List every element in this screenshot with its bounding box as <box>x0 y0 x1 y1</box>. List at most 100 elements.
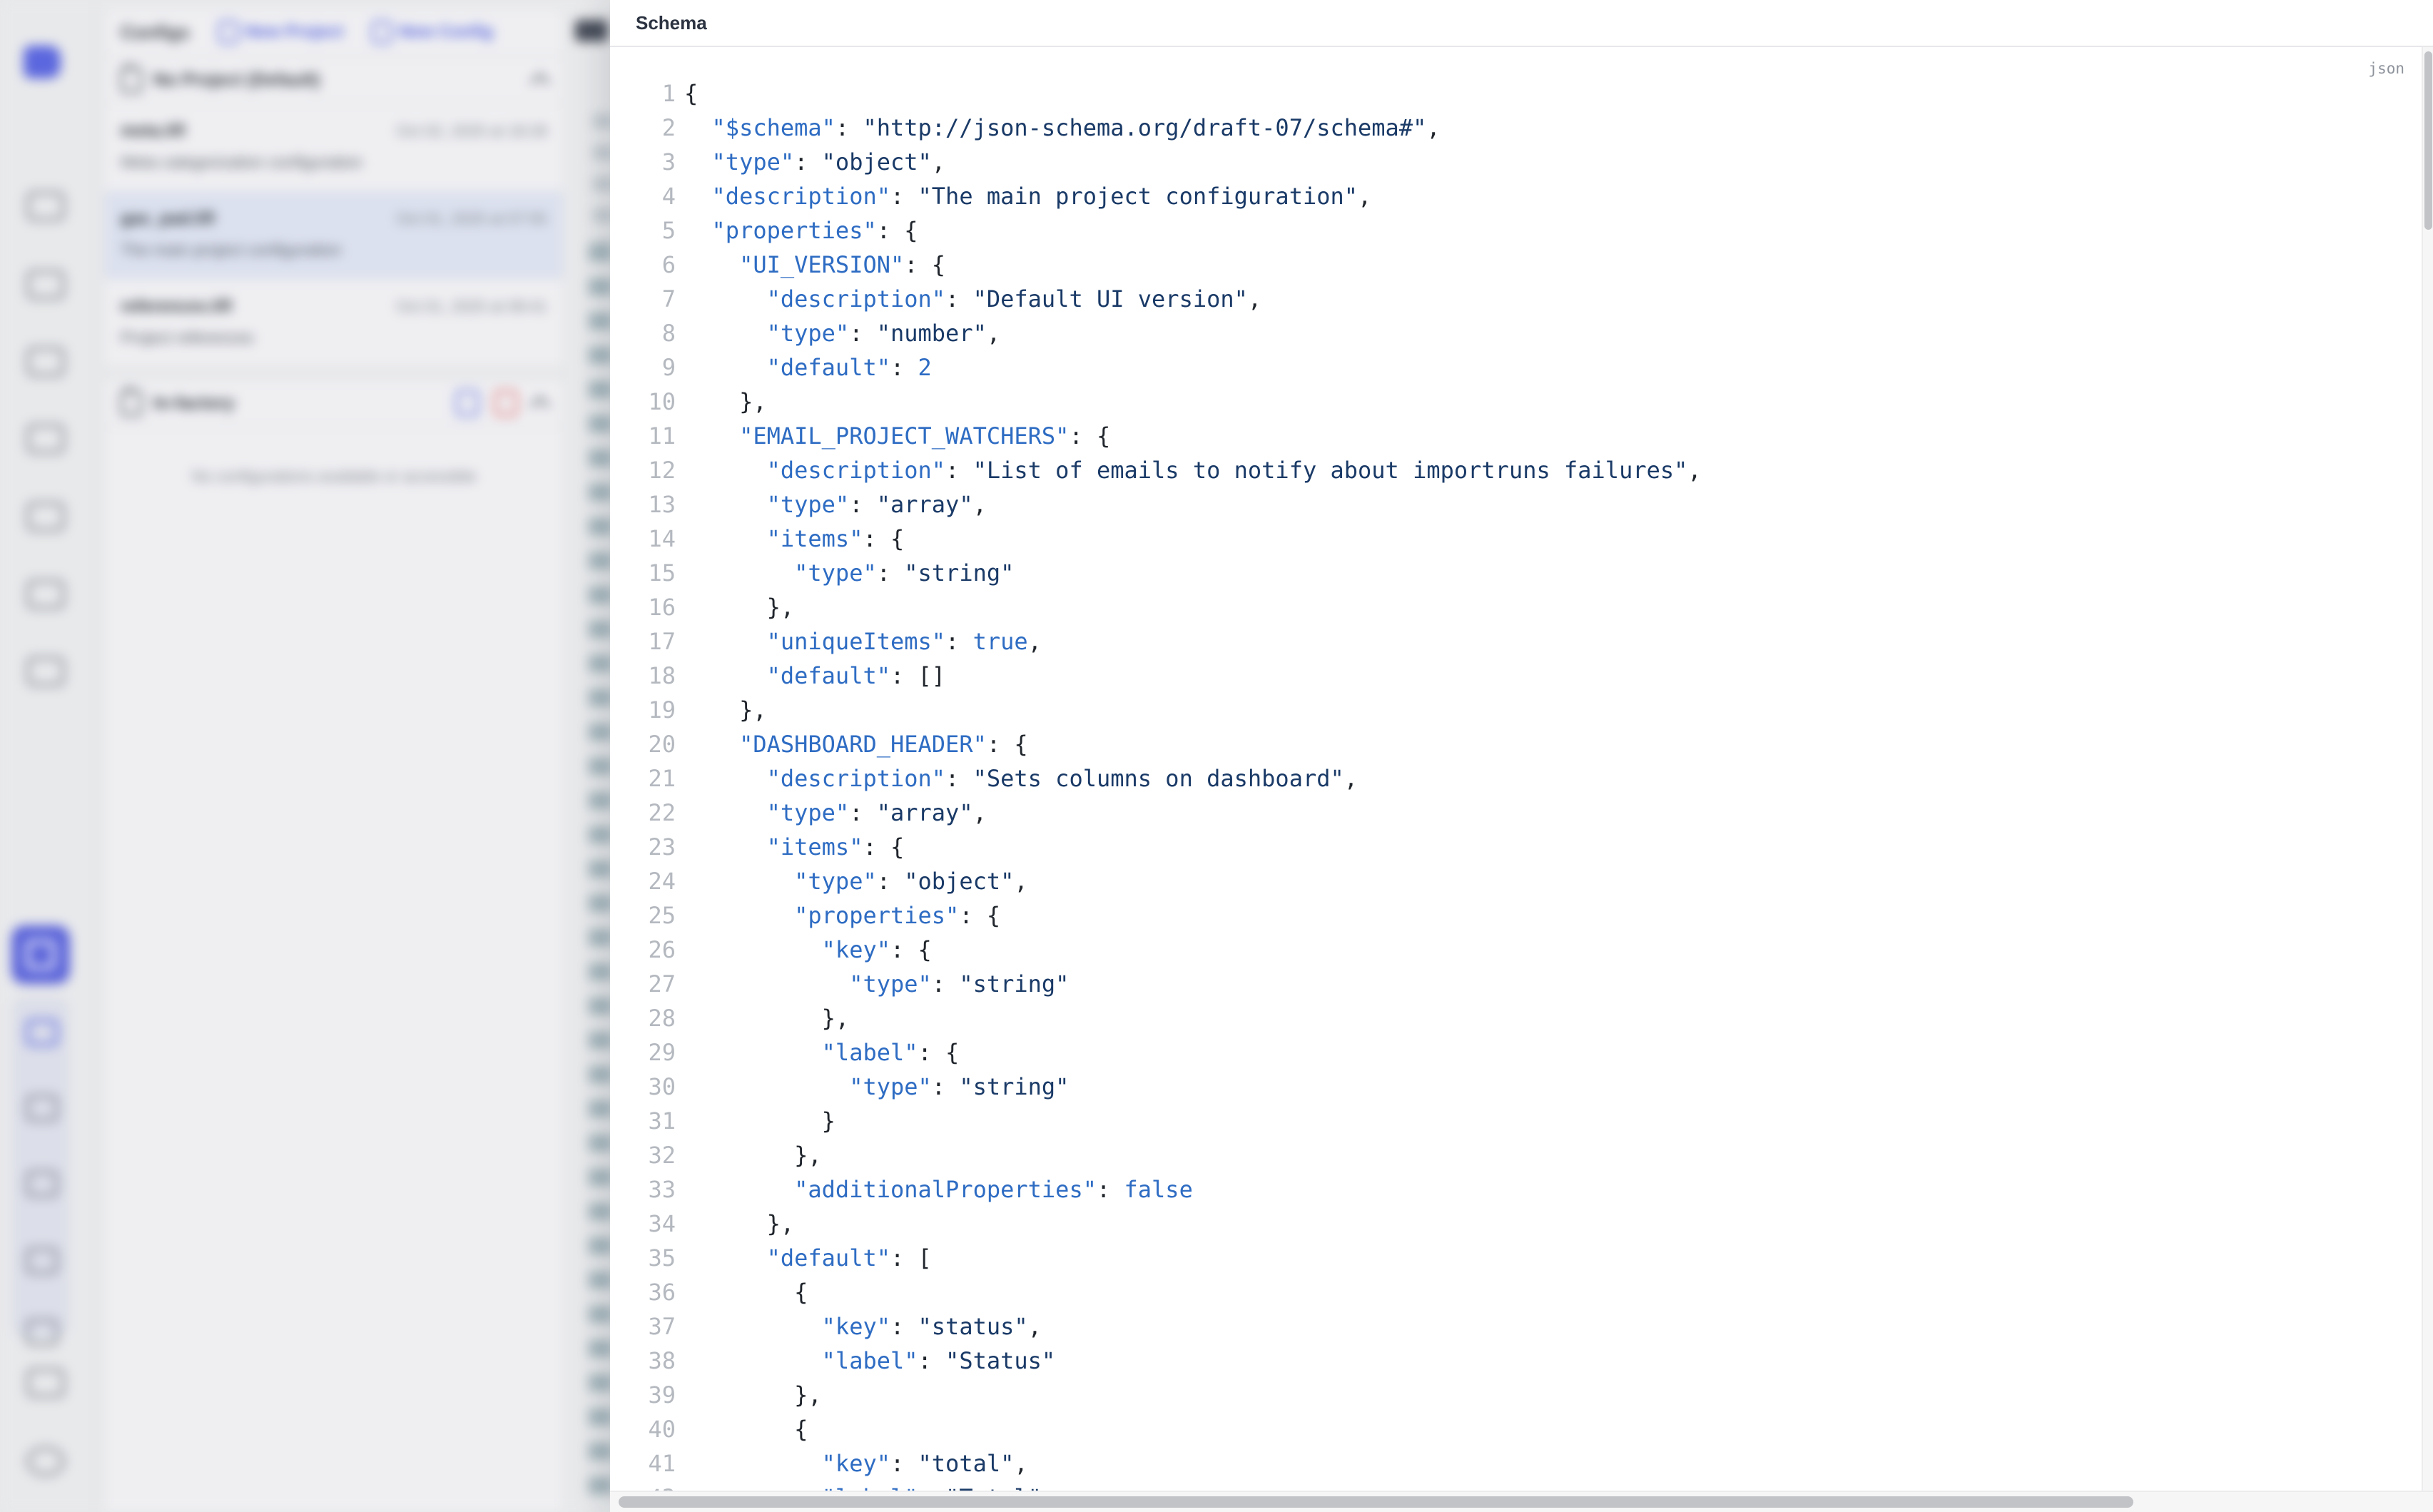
nav-icon-1[interactable] <box>26 191 65 221</box>
in-factory-group-title: In-factory <box>153 393 235 414</box>
code-line: 21 "description": "Sets columns on dashb… <box>610 761 2422 796</box>
new-config-button[interactable]: New Config <box>372 21 493 44</box>
obscured-header-text <box>575 20 608 41</box>
code-line: 16 }, <box>610 590 2422 624</box>
clipboard-icon <box>121 390 142 416</box>
code-line: 20 "DASHBOARD_HEADER": { <box>610 727 2422 761</box>
user-icon[interactable] <box>26 1368 65 1398</box>
left-nav-rail <box>0 0 96 1512</box>
new-project-icon <box>218 21 238 44</box>
delete-icon[interactable] <box>494 390 517 416</box>
nav-subgroup <box>12 998 69 1337</box>
nav-icon-3[interactable] <box>26 347 65 377</box>
configs-panel: Configs New Project New Config No Projec… <box>103 7 564 1512</box>
code-line: 22 "type": "array", <box>610 796 2422 830</box>
subnav-icon-4[interactable] <box>26 1247 59 1274</box>
modal-header: Schema <box>610 0 2433 47</box>
code-line: 26 "key": { <box>610 933 2422 967</box>
code-line: 11 "EMAIL_PROJECT_WATCHERS": { <box>610 419 2422 453</box>
nav-icon-4[interactable] <box>26 424 65 454</box>
subnav-icon-1[interactable] <box>26 1019 59 1046</box>
config-date: Oct 02, 2025 at 18:28 <box>396 122 547 141</box>
code-line: 1{ <box>610 76 2422 111</box>
code-line: 41 "key": "total", <box>610 1446 2422 1481</box>
code-line: 34 }, <box>610 1207 2422 1241</box>
code-line: 2 "$schema": "http://json-schema.org/dra… <box>610 111 2422 145</box>
new-config-label: New Config <box>399 22 493 42</box>
vertical-scrollbar-thumb[interactable] <box>2424 51 2432 230</box>
config-row-meta[interactable]: meta.lifl Oct 02, 2025 at 18:28 Meta cat… <box>105 104 563 192</box>
subnav-icon-3[interactable] <box>26 1170 59 1197</box>
code-line: 5 "properties": { <box>610 213 2422 248</box>
nav-icon-2[interactable] <box>26 270 65 300</box>
code-line: 40 { <box>610 1412 2422 1446</box>
collapse-chevron-icon[interactable] <box>530 73 550 93</box>
configs-icon <box>26 940 56 970</box>
project-group-header[interactable]: No Project (Default) <box>105 57 563 104</box>
horizontal-scrollbar-thumb[interactable] <box>619 1496 2133 1508</box>
code-line: 15 "type": "string" <box>610 556 2422 590</box>
code-line: 13 "type": "array", <box>610 487 2422 522</box>
code-line: 39 }, <box>610 1378 2422 1412</box>
in-factory-group-header[interactable]: In-factory <box>105 380 563 427</box>
code-line: 3 "type": "object", <box>610 145 2422 179</box>
code-line: 14 "items": { <box>610 522 2422 556</box>
code-line: 9 "default": 2 <box>610 350 2422 385</box>
code-line: 30 "type": "string" <box>610 1070 2422 1104</box>
subnav-icon-5[interactable] <box>26 1319 59 1346</box>
modal-title: Schema <box>636 12 707 34</box>
config-description: Meta categorization configuration <box>121 153 547 172</box>
new-config-icon <box>372 21 392 44</box>
app-logo <box>24 46 61 78</box>
config-name: gas_pad.lifl <box>121 209 215 229</box>
add-config-icon[interactable] <box>456 390 479 416</box>
code-lines: 1{2 "$schema": "http://json-schema.org/d… <box>610 76 2422 1491</box>
project-group-title: No Project (Default) <box>153 70 320 91</box>
code-line: 19 }, <box>610 693 2422 727</box>
collapse-chevron-icon[interactable] <box>530 396 550 416</box>
code-line: 37 "key": "status", <box>610 1309 2422 1344</box>
config-row-references[interactable]: references.lifl Oct 01, 2025 at 08:41 Pr… <box>105 280 563 366</box>
obscured-line-numbers <box>589 244 613 1512</box>
new-project-button[interactable]: New Project <box>218 21 343 44</box>
config-name: references.lifl <box>121 297 232 317</box>
code-line: 24 "type": "object", <box>610 864 2422 898</box>
code-viewer[interactable]: 1{2 "$schema": "http://json-schema.org/d… <box>610 47 2422 1491</box>
config-row-gas-pad-selected[interactable]: gas_pad.lifl Oct 01, 2025 at 07:55 The m… <box>105 192 563 280</box>
configs-panel-header: Configs New Project New Config <box>105 9 563 57</box>
clipboard-icon <box>121 67 142 93</box>
nav-icon-6[interactable] <box>26 579 65 609</box>
config-name: meta.lifl <box>121 121 186 141</box>
underlying-editor-strip <box>564 0 613 1512</box>
card-separator <box>105 366 563 380</box>
code-line: 32 }, <box>610 1138 2422 1172</box>
code-line: 17 "uniqueItems": true, <box>610 624 2422 659</box>
panel-title: Configs <box>121 21 190 44</box>
nav-icon-5[interactable] <box>26 502 65 532</box>
code-line: 4 "description": "The main project confi… <box>610 179 2422 213</box>
language-badge: json <box>2368 60 2404 77</box>
new-project-label: New Project <box>245 22 343 42</box>
code-line: 12 "description": "List of emails to not… <box>610 453 2422 487</box>
code-line: 18 "default": [] <box>610 659 2422 693</box>
code-line: 28 }, <box>610 1001 2422 1035</box>
schema-modal: Schema 1{2 "$schema": "http://json-schem… <box>610 0 2433 1512</box>
code-line: 27 "type": "string" <box>610 967 2422 1001</box>
code-line: 33 "additionalProperties": false <box>610 1172 2422 1207</box>
code-line: 8 "type": "number", <box>610 316 2422 350</box>
code-line: 25 "properties": { <box>610 898 2422 933</box>
code-line: 36 { <box>610 1275 2422 1309</box>
vertical-scrollbar[interactable] <box>2422 47 2433 1491</box>
config-date: Oct 01, 2025 at 08:41 <box>396 298 547 316</box>
subnav-icon-2[interactable] <box>26 1095 59 1122</box>
horizontal-scrollbar[interactable] <box>610 1491 2433 1512</box>
code-line: 42 "label": "Total" <box>610 1481 2422 1491</box>
empty-group-message: No configurations available or accessibl… <box>105 467 563 486</box>
help-icon[interactable] <box>26 1446 65 1476</box>
code-line: 10 }, <box>610 385 2422 419</box>
code-line: 7 "description": "Default UI version", <box>610 282 2422 316</box>
nav-icon-7[interactable] <box>26 656 65 686</box>
config-description: Project references <box>121 328 547 347</box>
nav-item-configs-active[interactable] <box>11 925 70 984</box>
code-line: 35 "default": [ <box>610 1241 2422 1275</box>
